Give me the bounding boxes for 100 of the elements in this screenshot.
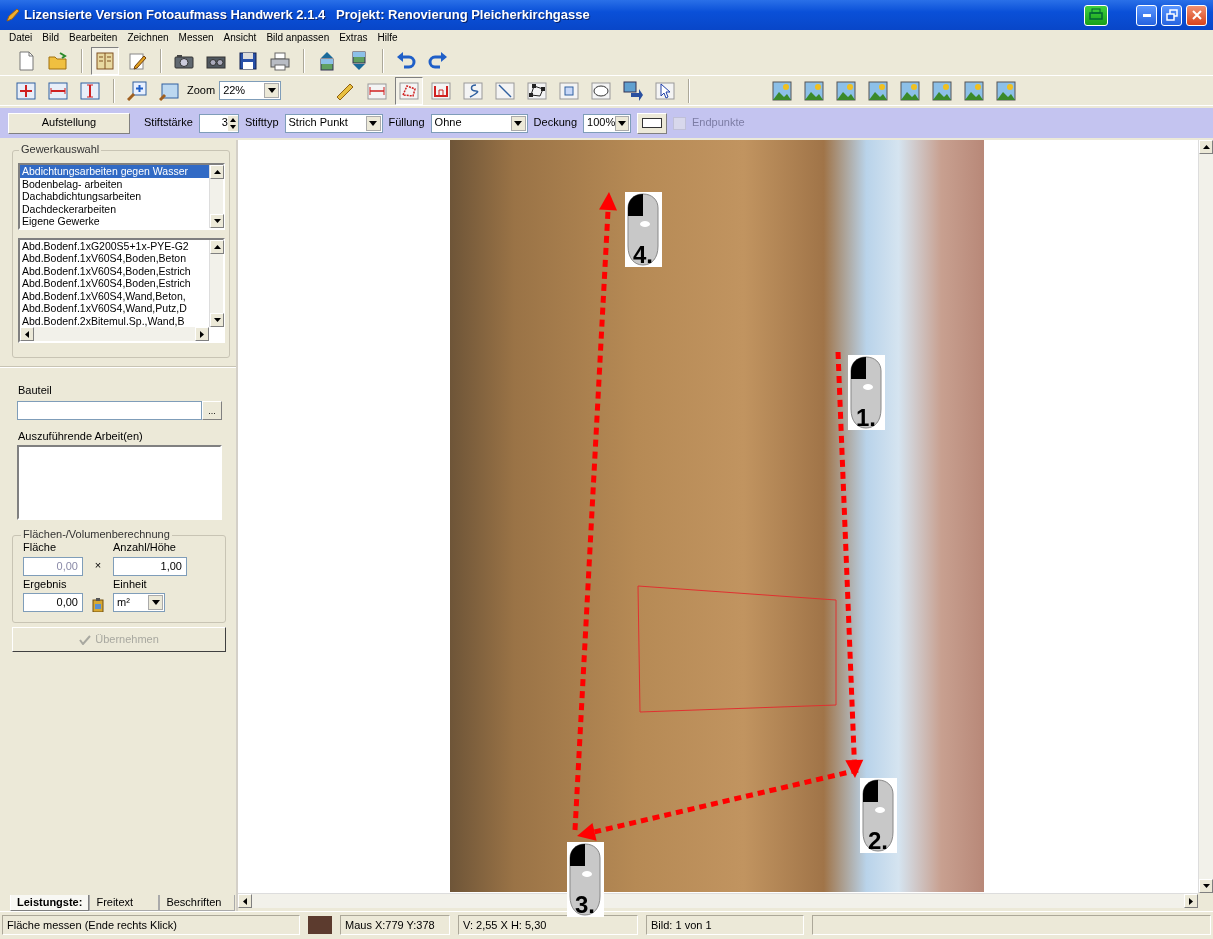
- list-item[interactable]: Abd.Bodenf.1xG200S5+1x-PYE-G2: [20, 239, 209, 252]
- browse-button[interactable]: ...: [202, 401, 222, 421]
- book-icon: [95, 50, 115, 71]
- checkmark-icon: [79, 634, 92, 645]
- tab[interactable]: Beschriften: [159, 894, 236, 911]
- restore-icon: [1165, 9, 1178, 21]
- fill-select[interactable]: Ohne: [430, 113, 528, 133]
- folder-icon: [48, 50, 68, 71]
- pencil-icon: [127, 50, 147, 71]
- list-item[interactable]: Abd.Bodenf.1xV60S4,Wand,Putz,D: [20, 302, 209, 315]
- tab[interactable]: Freitext: [89, 894, 160, 911]
- menu-item[interactable]: Bild anpassen: [261, 30, 335, 46]
- menu-item[interactable]: Extras: [334, 30, 373, 46]
- list-item[interactable]: Abd.Bodenf.2xBitemul.Sp.,Wand,B: [20, 314, 209, 327]
- scroll-up-icon[interactable]: [213, 170, 221, 174]
- curve-icon: [463, 80, 484, 101]
- pen-width-spinner[interactable]: 3: [198, 113, 239, 133]
- scroll-left-icon[interactable]: [243, 897, 247, 905]
- step-number: 4.: [633, 241, 653, 268]
- step-number: 2.: [868, 827, 888, 854]
- scroll-up-icon[interactable]: [1202, 145, 1210, 149]
- caret-icon: [369, 120, 378, 126]
- list-item[interactable]: Abd.Bodenf.1xV60S4,Boden,Estrich: [20, 277, 209, 290]
- zoom-label: Zoom: [187, 83, 216, 98]
- list-item[interactable]: Eigene Gewerke: [20, 215, 209, 228]
- setup-button[interactable]: Aufstellung: [8, 112, 130, 134]
- list-item[interactable]: Bodenbelag- arbeiten: [20, 177, 209, 190]
- caret-icon: [618, 120, 627, 126]
- book-button[interactable]: [91, 46, 119, 75]
- scrollbar[interactable]: [20, 327, 209, 341]
- menu-item[interactable]: Hilfe: [372, 30, 403, 46]
- list-item[interactable]: Abdichtungsarbeiten gegen Wasser: [20, 165, 209, 178]
- picture-icon: [900, 80, 921, 101]
- undo-icon: [396, 50, 416, 71]
- field-label: Fläche: [23, 541, 58, 555]
- scroll-down-icon[interactable]: [213, 218, 221, 223]
- scrollbar[interactable]: [1198, 140, 1213, 893]
- field-label: Deckung: [533, 116, 578, 130]
- picture-icon: [996, 80, 1017, 101]
- picture-icon: [868, 80, 889, 101]
- field-label: Ergebnis: [23, 577, 68, 591]
- list-item[interactable]: Abd.Bodenf.1xV60S4,Wand,Beton,: [20, 289, 209, 302]
- line-color-button[interactable]: [637, 112, 668, 134]
- picture-icon: [932, 80, 953, 101]
- menu-item[interactable]: Ansicht: [218, 30, 262, 46]
- list-item[interactable]: Dachabdichtungsarbeiten: [20, 190, 209, 203]
- list-item[interactable]: Abd.Bodenf.1xV60S4,Boden,Beton: [20, 252, 209, 265]
- unit-select[interactable]: m²: [113, 592, 165, 612]
- list-item[interactable]: Abd.Bodenf.1xV60S4,Boden,Estrich: [20, 264, 209, 277]
- scroll-left-icon[interactable]: [25, 330, 29, 338]
- menu-item[interactable]: Bearbeiten: [64, 30, 123, 46]
- scroll-down-icon[interactable]: [1202, 884, 1210, 888]
- picture-icon: [317, 50, 337, 71]
- result-field[interactable]: 0,00: [23, 592, 83, 612]
- tab[interactable]: Leistungste:: [10, 894, 90, 911]
- restore-button[interactable]: [1161, 4, 1182, 26]
- component-field[interactable]: [17, 401, 202, 421]
- close-button[interactable]: [1186, 4, 1207, 26]
- count-field[interactable]: 1,00: [113, 556, 187, 576]
- scrollbar[interactable]: [209, 165, 223, 228]
- polygon-icon: [399, 80, 420, 101]
- window-title: Lizensierte Version Fotoaufmass Handwerk 2.1.4 Projekt: Renovierung Pleicherkirchgasse: [24, 7, 590, 23]
- caret-icon: [267, 88, 276, 93]
- caret-icon: [151, 599, 160, 605]
- field-label: Bauteil: [18, 384, 53, 398]
- minimize-button[interactable]: [1136, 4, 1157, 26]
- zoom-in-icon: [127, 80, 147, 101]
- multiply-sign: ×: [93, 559, 103, 573]
- minimize-icon: [1142, 13, 1151, 17]
- menu-item[interactable]: Messen: [173, 30, 219, 46]
- picture-icon: [349, 50, 369, 71]
- printer-icon: [1088, 8, 1104, 22]
- step-number: 3.: [575, 891, 595, 918]
- picture-icon: [964, 80, 985, 101]
- caret-icon: [514, 120, 523, 126]
- scroll-up-icon[interactable]: [213, 244, 221, 249]
- menu-item[interactable]: Datei: [4, 30, 38, 46]
- scroll-down-icon[interactable]: [213, 318, 221, 322]
- pen-type-select[interactable]: Strich Punkt: [284, 113, 383, 133]
- scroll-right-icon[interactable]: [1189, 897, 1193, 905]
- field-label: Auszuführende Arbeit(en): [18, 430, 144, 444]
- list-item[interactable]: Dachdeckerarbeiten: [20, 202, 209, 215]
- drawing-canvas[interactable]: [238, 140, 1198, 893]
- polygon-points-icon: [527, 80, 548, 101]
- work-text-area[interactable]: [17, 445, 222, 521]
- mouse-position: Maus X:779 Y:378: [340, 915, 450, 935]
- clipboard-icon[interactable]: [92, 597, 104, 612]
- picture-arrow-icon: [623, 80, 644, 101]
- zoom-select[interactable]: 22%: [219, 81, 282, 100]
- status-message: Fläche messen (Ende rechts Klick): [2, 915, 300, 935]
- field-label: Stiftstärke: [144, 116, 193, 130]
- bracket-icon: [431, 80, 452, 101]
- scroll-right-icon[interactable]: [200, 330, 204, 338]
- field-label: Einheit: [113, 577, 148, 591]
- menu-item[interactable]: Bild: [37, 30, 65, 46]
- opacity-select[interactable]: 100%: [583, 113, 632, 133]
- window-button[interactable]: [1084, 4, 1108, 26]
- square-icon: [559, 80, 580, 101]
- scrollbar[interactable]: [209, 239, 223, 327]
- menu-item[interactable]: Zeichnen: [122, 30, 174, 46]
